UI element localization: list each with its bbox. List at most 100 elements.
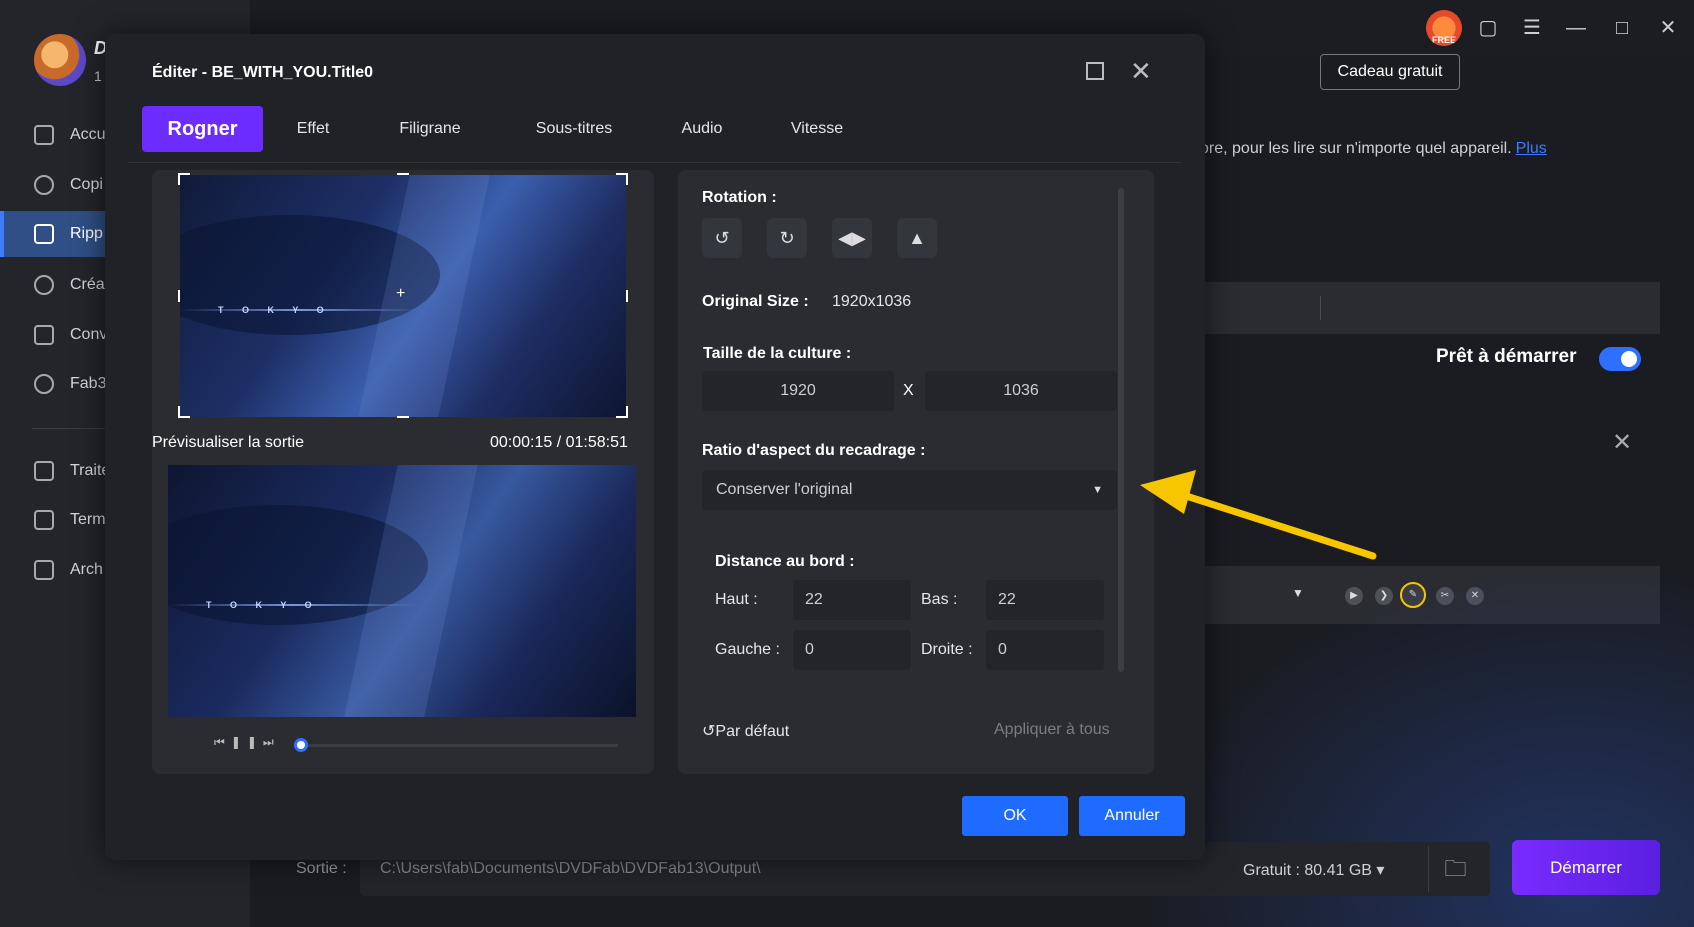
bottom-label: Bas : bbox=[921, 591, 958, 608]
crop-handle-top[interactable] bbox=[397, 173, 409, 175]
task-remove-icon[interactable]: ✕ bbox=[1612, 428, 1632, 457]
sidebar-item-label: Fab3 bbox=[70, 375, 107, 392]
free-space-dropdown[interactable]: Gratuit : 80.41 GB ▾ bbox=[1243, 860, 1384, 880]
crop-handle-right[interactable] bbox=[626, 290, 628, 302]
top-input[interactable]: 22 bbox=[793, 580, 911, 620]
apply-all-button[interactable]: Appliquer à tous bbox=[994, 721, 1110, 739]
timecode: 00:00:15 / 01:58:51 bbox=[490, 434, 628, 451]
crop-handle-bottom-right[interactable] bbox=[616, 406, 628, 418]
tab-filigrane[interactable]: Filigrane bbox=[390, 106, 470, 152]
sidebar-item-label: Accu bbox=[70, 126, 106, 143]
bottom-input[interactable]: 22 bbox=[986, 580, 1104, 620]
crop-height-input[interactable]: 1036 bbox=[925, 371, 1117, 411]
dialog-maximize-icon[interactable] bbox=[1086, 62, 1104, 80]
sidebar-item-label: Copi bbox=[70, 176, 103, 193]
tab-vitesse[interactable]: Vitesse bbox=[782, 106, 852, 152]
tab-effet[interactable]: Effet bbox=[283, 106, 343, 152]
brand-version: 1 bbox=[94, 68, 102, 84]
size-separator: X bbox=[903, 382, 914, 399]
left-label: Gauche : bbox=[715, 641, 780, 658]
preview-output-label: Prévisualiser la sortie bbox=[152, 434, 305, 451]
globe-icon bbox=[34, 374, 54, 394]
shirt-icon[interactable]: ▢ bbox=[1474, 14, 1502, 42]
reset-icon: ↺ bbox=[702, 723, 716, 740]
tab-sous-titres[interactable]: Sous-titres bbox=[526, 106, 622, 152]
archive-icon bbox=[34, 560, 54, 580]
ready-label: Prêt à démarrer bbox=[1436, 346, 1577, 367]
rotation-label: Rotation : bbox=[702, 189, 777, 206]
rotate-left-icon[interactable]: ↺ bbox=[702, 218, 742, 258]
start-button[interactable]: Démarrer bbox=[1512, 840, 1660, 895]
home-icon bbox=[34, 125, 54, 145]
top-label: Haut : bbox=[715, 591, 758, 608]
video-title-text: T O K Y O bbox=[218, 305, 332, 315]
sidebar-item-label: Term bbox=[70, 511, 106, 528]
aspect-ratio-label: Ratio d'aspect du recadrage : bbox=[702, 442, 926, 459]
rotate-right-icon[interactable]: ↻ bbox=[767, 218, 807, 258]
task-list-header bbox=[1200, 282, 1660, 334]
crop-handle-bottom[interactable] bbox=[397, 416, 409, 418]
description-text: ore, pour les lire sur n'importe quel ap… bbox=[1200, 140, 1512, 157]
flip-vertical-icon[interactable]: ▲ bbox=[897, 218, 937, 258]
previous-frame-icon[interactable]: ⏮ bbox=[214, 735, 231, 749]
right-label: Droite : bbox=[921, 641, 973, 658]
original-size-label: Original Size : bbox=[702, 293, 809, 310]
playback-buttons[interactable]: ⏮❚❚⏭ bbox=[214, 735, 280, 750]
free-gift-button[interactable]: Cadeau gratuit bbox=[1320, 54, 1460, 90]
task-list-icon bbox=[34, 461, 54, 481]
tabs-divider bbox=[128, 162, 1181, 163]
mode-description: ore, pour les lire sur n'importe quel ap… bbox=[1200, 140, 1547, 158]
next-frame-icon[interactable]: ⏭ bbox=[263, 735, 280, 749]
ready-toggle[interactable] bbox=[1599, 347, 1641, 371]
video-title-text: T O K Y O bbox=[206, 600, 320, 610]
sidebar-item-label: Arch bbox=[70, 561, 103, 578]
header-divider bbox=[1320, 296, 1321, 320]
reset-default-button[interactable]: ↺Par défaut bbox=[702, 721, 789, 741]
copy-disc-icon bbox=[34, 175, 54, 195]
chevron-down-icon: ▼ bbox=[1092, 484, 1103, 496]
crop-handle-left[interactable] bbox=[178, 290, 180, 302]
pause-icon[interactable]: ❚❚ bbox=[231, 735, 263, 749]
tab-rogner[interactable]: Rogner bbox=[142, 106, 263, 152]
creator-disc-icon bbox=[34, 275, 54, 295]
menu-icon[interactable]: ☰ bbox=[1518, 14, 1546, 42]
output-label: Sortie : bbox=[296, 860, 347, 877]
minimize-icon[interactable]: — bbox=[1562, 14, 1590, 42]
free-gift-icon[interactable]: FREE bbox=[1426, 10, 1462, 46]
sidebar-item-label: Créa bbox=[70, 276, 105, 293]
seek-bar[interactable] bbox=[300, 744, 618, 747]
film-icon bbox=[34, 325, 54, 345]
sidebar-item-label: Ripp bbox=[70, 225, 103, 242]
dialog-close-icon[interactable]: ✕ bbox=[1130, 56, 1152, 86]
right-input[interactable]: 0 bbox=[986, 630, 1104, 670]
clipboard-icon bbox=[34, 510, 54, 530]
free-badge-text: FREE bbox=[1431, 35, 1456, 45]
aspect-ratio-value: Conserver l'original bbox=[716, 481, 853, 498]
seek-thumb[interactable] bbox=[294, 738, 308, 752]
folder-icon[interactable]: 🗀 bbox=[1428, 846, 1482, 892]
edge-distance-label: Distance au bord : bbox=[715, 553, 855, 570]
maximize-icon[interactable]: □ bbox=[1608, 14, 1636, 42]
tab-audio[interactable]: Audio bbox=[672, 106, 732, 152]
sidebar-item-label: Conv bbox=[70, 326, 108, 343]
aspect-ratio-select[interactable]: Conserver l'original ▼ bbox=[702, 470, 1117, 510]
original-size-value: 1920x1036 bbox=[832, 293, 912, 310]
dialog-title: Éditer - BE_WITH_YOU.Title0 bbox=[152, 64, 374, 81]
crop-handle-top-right[interactable] bbox=[616, 173, 628, 185]
crop-handle-bottom-left[interactable] bbox=[178, 406, 190, 418]
ok-button[interactable]: OK bbox=[962, 796, 1068, 836]
settings-scrollbar[interactable] bbox=[1118, 188, 1124, 672]
flip-horizontal-icon[interactable]: ◀▶ bbox=[832, 218, 872, 258]
cancel-button[interactable]: Annuler bbox=[1079, 796, 1185, 836]
app-logo bbox=[34, 34, 86, 86]
more-link[interactable]: Plus bbox=[1516, 140, 1547, 157]
close-icon[interactable]: ✕ bbox=[1654, 14, 1682, 42]
reset-default-label: Par défaut bbox=[715, 723, 790, 740]
crop-size-label: Taille de la culture : bbox=[703, 345, 852, 362]
crop-width-input[interactable]: 1920 bbox=[702, 371, 894, 411]
ripper-icon bbox=[34, 224, 54, 244]
crop-handle-top-left[interactable] bbox=[178, 173, 190, 185]
left-input[interactable]: 0 bbox=[793, 630, 911, 670]
crop-center-crosshair[interactable]: + bbox=[396, 286, 405, 302]
output-preview-video: T O K Y O bbox=[168, 465, 636, 717]
